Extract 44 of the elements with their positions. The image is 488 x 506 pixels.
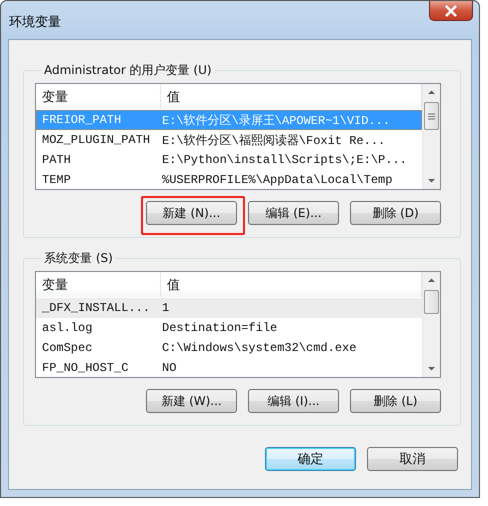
action-button[interactable]: 删除 (D) (350, 201, 441, 225)
column-header[interactable]: 变量 (36, 272, 161, 297)
variable-name: ComSpec (41, 341, 94, 355)
variable-row[interactable]: FP_NO_HOST_C NO (36, 358, 422, 378)
action-button[interactable]: 新建 (N)... (146, 201, 237, 225)
group-label: Administrator 的用户变量 (U) (43, 62, 213, 79)
variable-list[interactable]: 变量 值 FREIOR_PATH E:\软件分区\录屏王\APOWER~1\VID... MOZ_PLUGIN_PATH E:\软件分区\福熙阅读器\Foxit Re... PATH E:\Python\install\Scripts\;E:\P... TEMP %USERPROFILE%\AppData\Local\Temp (35, 83, 441, 190)
variable-value: E:\Python\install\Scripts\;E:\P... (162, 153, 408, 167)
variable-value: NO (162, 361, 178, 375)
variable-row[interactable]: PATH E:\Python\install\Scripts\;E:\P... (36, 150, 422, 170)
scrollbar[interactable] (422, 272, 440, 377)
scroll-thumb[interactable] (424, 290, 439, 314)
variable-value: %USERPROFILE%\AppData\Local\Temp (162, 173, 394, 187)
variable-name: FREIOR_PATH (41, 113, 122, 127)
ok-button[interactable]: 确定 (265, 447, 356, 471)
variable-value: E:\软件分区\福熙阅读器\Foxit Re... (162, 132, 386, 148)
close-button[interactable] (429, 1, 473, 21)
variable-row[interactable]: asl.log Destination=file (36, 318, 422, 338)
variable-row[interactable]: _DFX_INSTALL... 1 (36, 298, 422, 318)
variable-row[interactable]: TEMP %USERPROFILE%\AppData\Local\Temp (36, 170, 422, 190)
scrollbar[interactable] (422, 84, 440, 189)
scroll-thumb[interactable] (424, 102, 439, 130)
variable-name: PATH (41, 153, 72, 167)
variable-value: Destination=file (162, 321, 278, 335)
variable-list[interactable]: 变量 值 _DFX_INSTALL... 1 asl.log Destination=file ComSpec C:\Windows\system32\cmd.exe FP_NO_HOST_C NO (35, 271, 441, 378)
action-button[interactable]: 新建 (W)... (146, 389, 237, 413)
group-label: 系统变量 (S) (43, 250, 114, 267)
action-button[interactable]: 编辑 (E)... (248, 201, 339, 225)
variable-name: asl.log (41, 321, 94, 335)
action-button[interactable]: 编辑 (I)... (248, 389, 339, 413)
action-button[interactable]: 删除 (L) (350, 389, 441, 413)
variable-name: _DFX_INSTALL... (41, 301, 152, 315)
variable-name: MOZ_PLUGIN_PATH (41, 133, 152, 147)
variable-value: 1 (162, 301, 170, 315)
variable-row[interactable]: ComSpec C:\Windows\system32\cmd.exe (36, 338, 422, 358)
window-title: 环境变量 (9, 14, 61, 31)
column-header[interactable]: 变量 (36, 84, 161, 109)
variable-value: C:\Windows\system32\cmd.exe (162, 341, 358, 355)
cancel-button[interactable]: 取消 (367, 447, 458, 471)
variable-row[interactable]: MOZ_PLUGIN_PATH E:\软件分区\福熙阅读器\Foxit Re... (36, 130, 422, 150)
close-icon (444, 4, 458, 16)
variable-value: E:\软件分区\录屏王\APOWER~1\VID... (162, 112, 392, 128)
variable-name: TEMP (41, 173, 72, 187)
variable-name: FP_NO_HOST_C (41, 361, 130, 375)
